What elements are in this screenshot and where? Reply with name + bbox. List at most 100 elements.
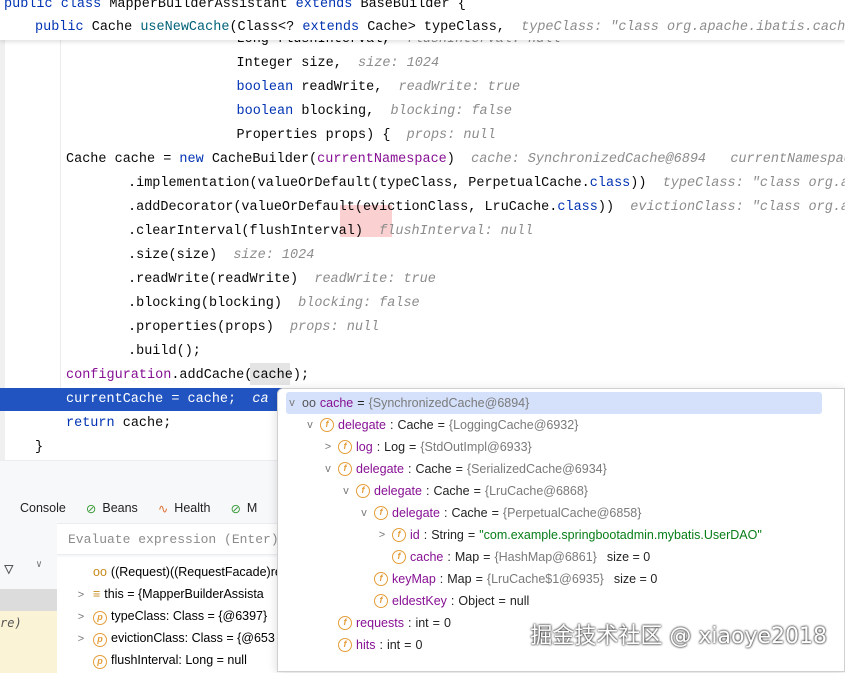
expand-chevron-icon[interactable]: > <box>75 628 87 650</box>
equals-sign: = <box>409 440 417 454</box>
code-token: Integer size, <box>236 56 359 71</box>
code-token: return <box>66 416 123 431</box>
code-token: )) <box>597 200 631 215</box>
code-token: public <box>35 20 92 35</box>
code-token: .addCache(cache); <box>171 368 310 383</box>
indent-guide <box>60 40 61 410</box>
variable-row[interactable]: oo ((Request)((RequestFacade)re <box>75 561 282 583</box>
field-name: keyMap <box>392 572 436 586</box>
inline-value-hint: typeClass: "class org.a <box>662 176 845 191</box>
field-name: cache <box>410 550 444 564</box>
variable-row[interactable]: > p typeClass: Class = {@6397} <box>75 605 267 627</box>
field-type-separator: : <box>423 528 428 542</box>
tree-node[interactable]: f cache: Map = {HashMap@6861} size = 0 <box>376 546 650 568</box>
field-value: {LruCache$1@6935} <box>486 572 604 586</box>
code-token: useNewCache <box>140 20 230 35</box>
field-type-separator: : <box>439 572 444 586</box>
equals-sign: = <box>498 594 506 608</box>
chevron-down-icon[interactable]: v <box>358 502 370 524</box>
inline-value-hint: cache: SynchronizedCache@6894 currentNam… <box>471 152 845 167</box>
code-line: .clearInterval(flushInterval) flushInter… <box>128 221 533 243</box>
field-name: delegate <box>392 506 440 520</box>
field-value: null <box>509 594 530 608</box>
chevron-down-icon[interactable]: v <box>340 480 352 502</box>
inline-value-hint: typeClass: "class org.apache.ibatis.cach… <box>521 20 845 35</box>
field-icon: f <box>338 440 352 454</box>
chevron-down-icon[interactable]: v <box>322 458 334 480</box>
selected-frame[interactable] <box>0 589 57 611</box>
chevron-down-icon[interactable]: v <box>304 414 316 436</box>
tree-node[interactable]: f requests: int = 0 <box>322 612 451 634</box>
code-token: .implementation(valueOrDefault(typeClass… <box>128 176 590 191</box>
tab-health[interactable]: ∿ Health <box>158 501 211 516</box>
tree-node[interactable]: v f delegate: Cache = {PerpetualCache@6858} <box>358 502 641 524</box>
code-line: .build(); <box>128 341 201 363</box>
frames-sidebar: ▽ ∨ re) <box>0 555 57 673</box>
code-token: BaseBuilder { <box>360 0 466 12</box>
chevron-right-icon[interactable]: > <box>376 524 388 546</box>
sticky-header[interactable]: public class MapperBuilderAssistant exte… <box>0 0 845 40</box>
tree-node[interactable]: f hits: int = 0 <box>322 634 422 656</box>
code-token: class <box>557 200 598 215</box>
inline-value-hint: readWrite: true <box>398 80 521 95</box>
chevron-right-icon[interactable]: > <box>322 436 334 458</box>
code-token: = cache; <box>163 392 253 407</box>
equals-sign: = <box>475 572 483 586</box>
variable-text: typeClass: Class = {@6397} <box>111 609 268 623</box>
parameter-icon: p <box>93 655 107 669</box>
tree-node[interactable]: > f id: String = "com.example.springbootadm… <box>376 524 762 546</box>
code-line: Cache cache = new CacheBuilder(currentNa… <box>66 149 845 171</box>
tree-node[interactable]: f keyMap: Map = {LruCache$1@6935} size = 0 <box>358 568 657 590</box>
field-type-separator: : <box>379 638 383 652</box>
field-name: delegate <box>356 462 404 476</box>
filter-icon[interactable]: ▽ <box>4 559 14 578</box>
tree-node[interactable]: v f delegate: Cache = {SerializedCache@6934… <box>322 458 607 480</box>
field-name: id <box>410 528 420 542</box>
field-type: Cache <box>433 484 470 498</box>
tree-node[interactable]: v f delegate: Cache = {LoggingCache@6932} <box>304 414 578 436</box>
tab-mappings[interactable]: ⊘ M <box>230 501 257 516</box>
expand-chevron-icon[interactable]: > <box>75 606 87 628</box>
variable-row[interactable]: > ≡ this = {MapperBuilderAssista <box>75 583 264 605</box>
field-type: Map <box>454 550 480 564</box>
variable-row[interactable]: p flushInterval: Long = null <box>75 649 247 671</box>
code-token: .clearInterval(flushInterval) <box>128 224 380 239</box>
tab-label: Health <box>174 501 211 515</box>
code-line: .properties(props) props: null <box>128 317 379 339</box>
code-token: readWrite, <box>301 80 399 95</box>
tree-node[interactable]: f eldestKey: Object = null <box>358 590 529 612</box>
expand-chevron-icon[interactable]: > <box>75 584 87 606</box>
tab-label: M <box>246 501 258 515</box>
code-token: CacheBuilder( <box>211 152 318 167</box>
code-token: Cache <box>91 20 141 35</box>
variable-row[interactable]: > p evictionClass: Class = {@653 <box>75 627 275 649</box>
equals-sign: = <box>491 506 499 520</box>
code-line: public class MapperBuilderAssistant exte… <box>4 0 466 16</box>
code-line: .blocking(blocking) blocking: false <box>128 293 420 315</box>
tree-node[interactable]: v f delegate: Cache = {LruCache@6868} <box>340 480 588 502</box>
inline-value-hint: evictionClass: "class org.a <box>630 200 845 215</box>
variable-text: this = {MapperBuilderAssista <box>104 587 264 601</box>
code-token: currentNamespace <box>317 152 447 167</box>
chevron-down-icon[interactable]: ∨ <box>36 559 42 570</box>
tab-label: Beans <box>102 501 138 515</box>
field-icon: f <box>338 462 352 476</box>
equals-sign: = <box>483 550 491 564</box>
code-token: .readWrite(readWrite) <box>128 272 315 287</box>
field-icon: f <box>392 528 406 542</box>
parameter-icon: p <box>93 611 107 625</box>
tree-node[interactable]: v oo cache = {SynchronizedCache@6894} <box>286 392 822 414</box>
health-icon: ∿ <box>157 501 169 516</box>
code-line: Properties props) { props: null <box>237 125 496 147</box>
equals-sign: = <box>432 616 440 630</box>
frame-text[interactable]: re) <box>0 611 57 673</box>
tree-node[interactable]: > f log: Log = {StdOutImpl@6933} <box>322 436 532 458</box>
chevron-down-icon[interactable]: v <box>286 392 298 414</box>
mappings-icon: ⊘ <box>230 501 241 516</box>
field-value: {PerpetualCache@6858} <box>502 506 642 520</box>
code-token: .size(size) <box>128 248 234 263</box>
code-token: configuration <box>66 368 172 383</box>
tab-console[interactable]: Console <box>20 501 66 515</box>
tab-beans[interactable]: ⊘ Beans <box>86 501 138 516</box>
code-token: (Class<? <box>229 20 303 35</box>
